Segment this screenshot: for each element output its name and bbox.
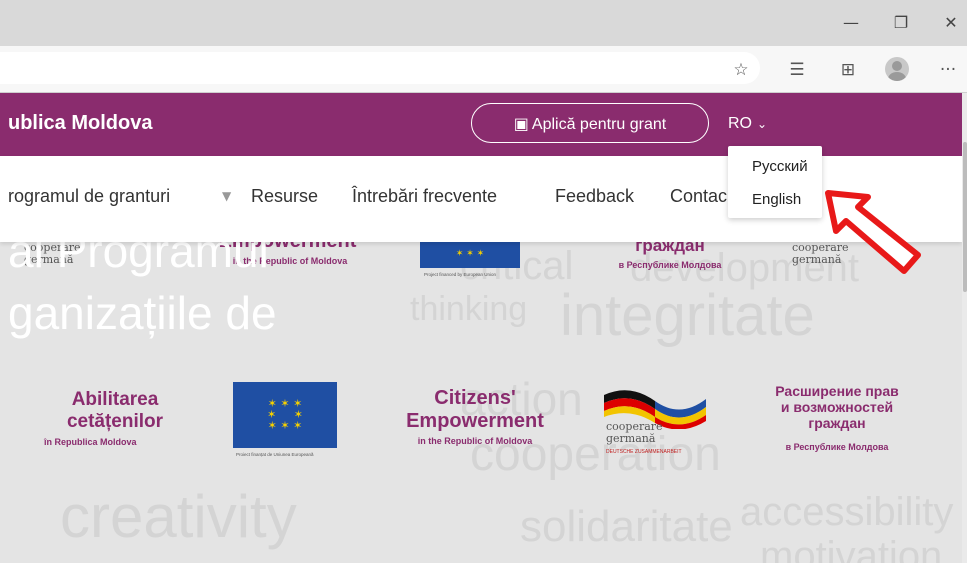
language-dropdown: Русский English — [728, 146, 822, 218]
scrollbar-thumb[interactable] — [963, 142, 967, 292]
caret-down-icon[interactable]: ▼ — [222, 189, 231, 203]
grajdan-logo: граждан — [635, 242, 705, 255]
bg-word: thinking — [410, 290, 528, 328]
favorites-icon[interactable]: ☰ — [785, 58, 809, 82]
nav-item-grant-program[interactable]: rogramul de granturi — [8, 186, 170, 207]
nav-item-feedback[interactable]: Feedback — [555, 186, 634, 207]
bg-word: creativity — [60, 483, 297, 550]
hero-banner: critical development thinking integritat… — [0, 242, 962, 563]
cooperare-germana-logo: cooperare germană DEUTSCHE ZUSAMMENARBEIT — [606, 420, 682, 456]
address-bar[interactable] — [0, 52, 760, 84]
red-arrow-annotation — [825, 190, 921, 274]
star-icon[interactable]: ☆ — [729, 58, 753, 82]
language-current: RO — [728, 115, 752, 132]
eu-caption: Project financed by European Union — [424, 272, 497, 277]
abilitarea-subtitle: în Republica Moldova — [44, 437, 137, 447]
bg-word: solidaritate — [520, 502, 733, 551]
apply-grant-button[interactable]: ▣ Aplică pentru grant — [471, 103, 709, 143]
minimize-button[interactable]: — — [838, 10, 864, 36]
bg-word: integritate — [560, 283, 815, 348]
bg-word: accessibility — [740, 490, 954, 534]
chevron-down-icon: ⌄ — [757, 117, 768, 131]
eu-stars-icon: ✶ ✶ ✶ ✶ ✶ ✶ ✶ ✶ — [267, 397, 303, 432]
browser-titlebar: — ❐ ✕ — [0, 0, 967, 46]
citizens-empowerment-logo: Citizens' Empowerment — [406, 387, 544, 432]
close-button[interactable]: ✕ — [938, 10, 964, 36]
more-icon[interactable]: ··· — [936, 58, 960, 82]
browser-toolbar: ☆ ☰ ⊞ ··· — [0, 46, 967, 93]
nav-item-faq[interactable]: Întrebări frecvente — [352, 186, 497, 207]
web-page: critical development thinking integritat… — [0, 93, 962, 563]
language-selector[interactable]: RO ⌄ — [728, 115, 767, 133]
nav-item-resources[interactable]: Resurse — [251, 186, 318, 207]
collections-icon[interactable]: ⊞ — [836, 58, 860, 82]
certificate-icon: ▣ — [513, 114, 529, 133]
citizens-subtitle: in the Republic of Moldova — [417, 436, 533, 446]
rasshirenie-subtitle: в Республике Молдова — [785, 442, 889, 452]
hero-title-line2: ganizațiile de — [8, 287, 277, 339]
language-option-english[interactable]: English — [752, 191, 801, 208]
nav-item-contact[interactable]: Contac — [670, 186, 727, 207]
bg-word: motivation — [760, 534, 943, 563]
apply-grant-label: Aplică pentru grant — [531, 116, 667, 133]
eu-caption: Proiect finanțat de Uniunea Europeană — [236, 452, 314, 457]
hero-title-line1: al Programul — [8, 242, 269, 277]
eu-stars-icon: ✶ ✶ ✶ — [455, 249, 485, 259]
abilitarea-logo: Abilitarea cetățenilor — [66, 389, 164, 432]
restore-button[interactable]: ❐ — [888, 10, 914, 36]
site-brand[interactable]: ublica Moldova — [8, 112, 152, 135]
rasshirenie-logo: Расширение прав и возможностей граждан — [775, 383, 899, 432]
profile-avatar[interactable] — [885, 57, 909, 81]
grajdan-subtitle: в Республике Молдова — [618, 260, 722, 270]
language-option-russian[interactable]: Русский — [752, 158, 808, 175]
